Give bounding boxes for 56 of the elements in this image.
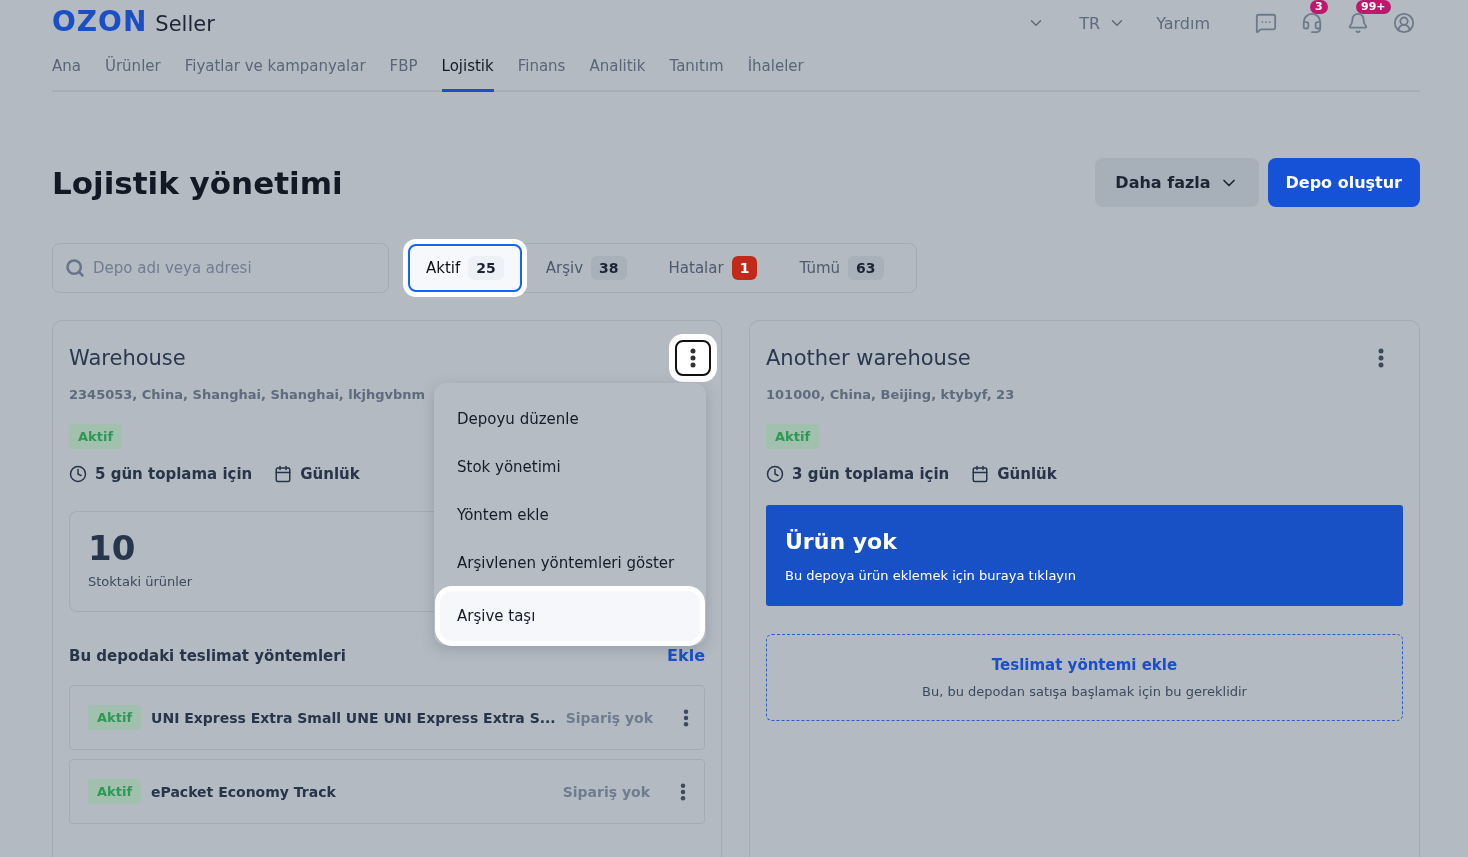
menu-item[interactable]: Stok yönetimi xyxy=(440,443,700,491)
count-badge: 25 xyxy=(468,256,504,280)
add-link[interactable]: Ekle xyxy=(667,646,705,665)
filter-tab[interactable]: Arşiv 38 xyxy=(527,248,645,288)
warehouse-address: 2345053, China, Shanghai, Shanghai, lkjhgvbnm xyxy=(69,387,427,402)
clock-icon xyxy=(766,465,784,483)
menu-item[interactable]: Yöntem ekle xyxy=(440,491,700,539)
support-icon[interactable] xyxy=(1301,12,1323,34)
logo-wordmark: OZON xyxy=(52,4,148,38)
status-tag: Aktif xyxy=(88,779,142,804)
calendar-icon xyxy=(274,465,293,483)
status-tag: Aktif xyxy=(88,705,142,730)
schedule: Günlük xyxy=(997,465,1057,483)
orders-status: Sipariş yok xyxy=(562,783,650,800)
kebab-icon xyxy=(690,348,696,368)
status-tag: Aktif xyxy=(69,424,123,449)
warehouse-name: Warehouse xyxy=(69,346,186,370)
kebab-icon xyxy=(1378,348,1384,368)
filter-tab[interactable]: Hatalar 1 xyxy=(650,248,776,288)
pickup-time: 5 gün toplama için xyxy=(95,465,253,483)
pickup-time: 3 gün toplama için xyxy=(792,465,950,483)
warehouse-address: 101000, China, Beijing, ktybyf, 23 xyxy=(766,387,1016,402)
kebab-icon xyxy=(683,708,689,727)
status-tag: Aktif xyxy=(766,424,820,449)
chat-icon[interactable] xyxy=(1255,12,1277,34)
logo-product: Seller xyxy=(155,11,215,36)
method-name: UNI Express Extra Small UNE UNI Express Extra S... xyxy=(151,709,556,726)
count-badge: 63 xyxy=(848,256,884,280)
search-field[interactable]: Depo adı veya adresi xyxy=(52,243,389,293)
clock-icon xyxy=(69,465,87,483)
kebab-icon xyxy=(680,782,686,801)
notification-badge: 99+ xyxy=(1356,0,1391,14)
schedule: Günlük xyxy=(300,465,360,483)
count-badge: 38 xyxy=(591,256,627,280)
section-title: Bu depodaki teslimat yöntemleri xyxy=(69,646,346,665)
no-products-banner[interactable]: Ürün yok Bu depoya ürün eklemek için buraya tıklayın xyxy=(766,505,1403,606)
add-method-box[interactable]: Teslimat yöntemi ekle Bu, bu depodan satışa başlamak için bu gereklidir xyxy=(766,634,1403,721)
stock-count: 10 xyxy=(88,528,137,568)
count-badge: 1 xyxy=(731,256,758,280)
nav-tab[interactable]: Lojistik xyxy=(441,54,494,92)
menu-item[interactable]: Depoyu düzenle xyxy=(440,395,700,443)
search-icon xyxy=(65,258,85,278)
menu-item[interactable]: Arşivlenen yöntemleri göster xyxy=(440,539,700,587)
warehouse-name: Another warehouse xyxy=(766,346,971,370)
create-warehouse-button[interactable]: Depo oluştur xyxy=(1267,158,1420,207)
user-icon[interactable] xyxy=(1393,12,1415,34)
more-button[interactable]: Daha fazla xyxy=(1095,158,1259,207)
page-title: Lojistik yönetimi xyxy=(52,164,343,201)
method-name: ePacket Economy Track xyxy=(151,783,336,800)
bell-icon[interactable] xyxy=(1347,12,1369,34)
filter-tab[interactable]: Tümü 63 xyxy=(781,248,902,288)
orders-status: Sipariş yok xyxy=(565,709,653,726)
calendar-icon xyxy=(971,465,990,483)
stock-caption: Stoktaki ürünler xyxy=(88,574,194,589)
notification-badge: 3 xyxy=(1310,0,1328,14)
logo[interactable]: OZON Seller xyxy=(52,4,215,38)
